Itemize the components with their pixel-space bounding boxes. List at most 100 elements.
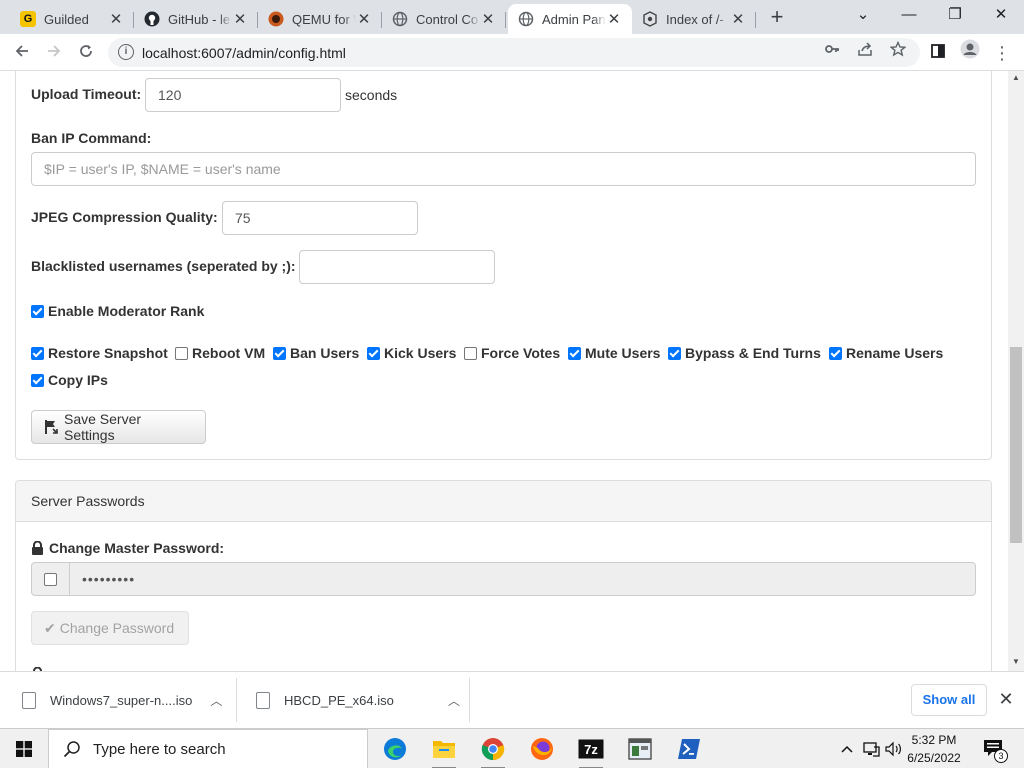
- key-icon[interactable]: [820, 41, 844, 65]
- page-scrollbar[interactable]: ▲ ▼: [1008, 71, 1024, 671]
- tab-title: Guilded: [44, 11, 89, 27]
- upload-timeout-input[interactable]: [145, 78, 341, 112]
- tab-control-co[interactable]: Control Co ✕: [382, 4, 506, 34]
- 7zip-icon[interactable]: 7z: [571, 733, 611, 768]
- tab-close-icon[interactable]: ✕: [232, 10, 248, 28]
- chevron-up-icon[interactable]: ︿: [210, 692, 222, 709]
- save-server-settings-button[interactable]: Save Server Settings: [31, 410, 206, 444]
- scroll-up-arrow-icon[interactable]: ▲: [1008, 73, 1024, 82]
- forward-button[interactable]: [40, 39, 68, 67]
- scroll-down-arrow-icon[interactable]: ▼: [1008, 657, 1024, 666]
- tab-close-icon[interactable]: ✕: [356, 10, 372, 28]
- blacklisted-usernames-input[interactable]: [299, 250, 495, 284]
- checkbox-unchecked[interactable]: [464, 346, 477, 360]
- tab-title: Index of /-: [666, 11, 724, 27]
- file-explorer-icon[interactable]: [424, 733, 464, 768]
- show-password-addon: [32, 563, 70, 595]
- side-panel-icon[interactable]: [924, 39, 952, 67]
- show-password-checkbox[interactable]: [44, 572, 57, 586]
- master-password-input-group: •••••••••: [31, 562, 976, 596]
- tab-close-icon[interactable]: ✕: [606, 10, 622, 28]
- reload-button[interactable]: [72, 39, 100, 67]
- checkbox-unchecked[interactable]: [175, 346, 188, 360]
- globe-icon: [518, 11, 534, 27]
- panel-heading: Server Passwords: [16, 481, 991, 522]
- perm-force-votes[interactable]: Force Votes: [464, 345, 560, 361]
- share-icon[interactable]: [853, 41, 877, 65]
- file-icon: [22, 691, 36, 709]
- perm-reboot-vm[interactable]: Reboot VM: [175, 345, 265, 361]
- perm-mute-users[interactable]: Mute Users: [568, 345, 660, 361]
- tab-index-of[interactable]: Index of /- ✕: [632, 4, 756, 34]
- page-viewport: Upload Timeout: seconds Ban IP Command: …: [0, 71, 1008, 671]
- perm-copy-ips[interactable]: Copy IPs: [31, 372, 108, 388]
- perm-restore-snapshot[interactable]: Restore Snapshot: [31, 345, 168, 361]
- taskbar-search-box[interactable]: Type here to search: [48, 729, 368, 768]
- checkbox-checked[interactable]: [31, 373, 44, 387]
- chrome-icon[interactable]: [473, 733, 513, 768]
- enable-moderator-rank-checkbox[interactable]: Enable Moderator Rank: [31, 303, 204, 319]
- scrollbar-thumb[interactable]: [1010, 347, 1022, 543]
- url-text[interactable]: localhost:6007/admin/config.html: [142, 45, 346, 61]
- checkbox-checked[interactable]: [273, 346, 286, 360]
- checkbox-checked[interactable]: [568, 346, 581, 360]
- checkbox-checked[interactable]: [31, 304, 44, 318]
- checkbox-checked[interactable]: [31, 346, 44, 360]
- bookmark-star-icon[interactable]: [886, 40, 910, 65]
- download-item-hbcd[interactable]: HBCD_PE_x64.iso ︿: [256, 672, 466, 728]
- tab-guilded[interactable]: G Guilded ✕: [10, 4, 134, 34]
- label-text: Change Master Password:: [49, 540, 225, 556]
- change-password-button[interactable]: ✔ Change Password: [31, 611, 189, 645]
- tab-close-icon[interactable]: ✕: [730, 10, 746, 28]
- checkbox-label: Force Votes: [481, 345, 561, 361]
- firefox-icon[interactable]: [522, 733, 562, 765]
- jpeg-quality-input[interactable]: [222, 201, 418, 235]
- perm-ban-users[interactable]: Ban Users: [273, 345, 359, 361]
- powershell-icon[interactable]: [669, 733, 709, 765]
- new-tab-button[interactable]: +: [764, 5, 790, 31]
- restore-button[interactable]: ❐: [932, 0, 978, 30]
- checkbox-checked[interactable]: [367, 346, 380, 360]
- change-password-label: Change Password: [59, 620, 175, 636]
- master-password-input[interactable]: •••••••••: [70, 563, 975, 595]
- taskbar-clock[interactable]: 5:32 PM 6/25/2022: [902, 731, 966, 767]
- address-bar[interactable]: i localhost:6007/admin/config.html: [108, 38, 920, 67]
- ban-ip-command-input[interactable]: [31, 152, 976, 186]
- network-icon[interactable]: [860, 729, 882, 768]
- volume-icon[interactable]: [884, 729, 904, 768]
- perm-bypass-end-turns[interactable]: Bypass & End Turns: [668, 345, 821, 361]
- download-item-windows7[interactable]: Windows7_super-n....iso ︿: [22, 672, 234, 728]
- svg-text:7z: 7z: [584, 742, 598, 757]
- close-shelf-icon[interactable]: ✕: [996, 689, 1016, 710]
- download-divider: [236, 678, 237, 722]
- tab-admin-panel[interactable]: Admin Pan ✕: [508, 4, 632, 34]
- browser-tab-strip: G Guilded ✕ GitHub - le ✕ QEMU for W ✕ C…: [0, 0, 1024, 34]
- notifications-button[interactable]: 3: [976, 729, 1012, 768]
- start-button[interactable]: [0, 729, 48, 768]
- tray-overflow-chevron-icon[interactable]: [838, 729, 856, 768]
- windows-logo-icon: [16, 741, 32, 757]
- tab-close-icon[interactable]: ✕: [480, 10, 496, 28]
- app-window-icon[interactable]: [620, 733, 660, 765]
- checkbox-checked[interactable]: [829, 346, 842, 360]
- back-button[interactable]: [8, 39, 36, 67]
- perm-kick-users[interactable]: Kick Users: [367, 345, 456, 361]
- tab-close-icon[interactable]: ✕: [108, 10, 124, 28]
- minimize-button[interactable]: —: [886, 0, 932, 30]
- jpeg-quality-label: JPEG Compression Quality:: [31, 209, 218, 225]
- checkbox-checked[interactable]: [668, 346, 681, 360]
- chevron-up-icon[interactable]: ︿: [448, 692, 460, 709]
- perm-rename-users[interactable]: Rename Users: [829, 345, 943, 361]
- download-shelf: Windows7_super-n....iso ︿ HBCD_PE_x64.is…: [0, 671, 1024, 728]
- show-all-downloads-button[interactable]: Show all: [911, 684, 987, 716]
- tab-qemu[interactable]: QEMU for W ✕: [258, 4, 382, 34]
- close-window-button[interactable]: ✕: [978, 0, 1024, 30]
- site-info-icon[interactable]: i: [118, 44, 134, 60]
- tab-github[interactable]: GitHub - le ✕: [134, 4, 258, 34]
- profile-avatar-icon[interactable]: [956, 39, 984, 67]
- check-icon: ✔: [44, 619, 56, 636]
- edge-icon[interactable]: [375, 733, 415, 765]
- tab-search-chevron-icon[interactable]: ⌄: [840, 0, 886, 30]
- github-icon: [144, 11, 160, 27]
- browser-menu-icon[interactable]: ⋮: [988, 39, 1016, 67]
